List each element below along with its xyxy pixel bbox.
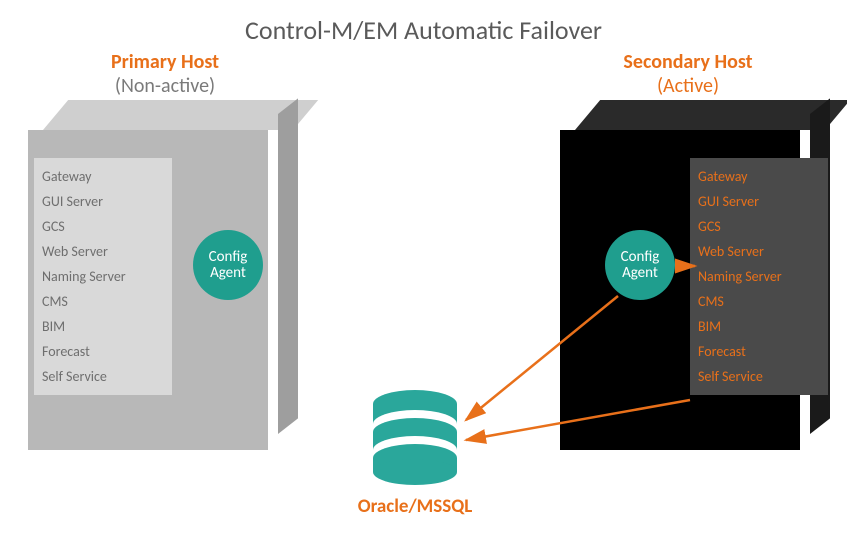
primary-server: Gateway GUI Server GCS Web Server Naming… bbox=[28, 100, 278, 450]
service-item: BIM bbox=[42, 314, 164, 339]
primary-config-agent: Config Agent bbox=[193, 230, 263, 300]
service-item: CMS bbox=[698, 289, 820, 314]
service-item: Web Server bbox=[698, 239, 820, 264]
service-item: GUI Server bbox=[42, 189, 164, 214]
service-item: GCS bbox=[698, 214, 820, 239]
service-item: Naming Server bbox=[698, 264, 820, 289]
service-item: Self Service bbox=[42, 364, 164, 389]
secondary-config-agent: Config Agent bbox=[605, 230, 675, 300]
secondary-services-panel: Gateway GUI Server GCS Web Server Naming… bbox=[690, 158, 828, 395]
service-item: Gateway bbox=[698, 164, 820, 189]
database-label: Oracle/MSSQL bbox=[340, 495, 490, 518]
service-item: BIM bbox=[698, 314, 820, 339]
primary-services-panel: Gateway GUI Server GCS Web Server Naming… bbox=[34, 158, 172, 395]
service-item: GCS bbox=[42, 214, 164, 239]
service-item: Gateway bbox=[42, 164, 164, 189]
service-item: GUI Server bbox=[698, 189, 820, 214]
service-item: Self Service bbox=[698, 364, 820, 389]
service-item: Forecast bbox=[42, 339, 164, 364]
primary-host-label: Primary Host bbox=[80, 50, 250, 74]
service-item: Web Server bbox=[42, 239, 164, 264]
service-item: Naming Server bbox=[42, 264, 164, 289]
diagram-title: Control-M/EM Automatic Failover bbox=[0, 0, 847, 46]
database-icon bbox=[370, 390, 460, 485]
secondary-host-status: (Active) bbox=[593, 74, 783, 98]
secondary-host-label: Secondary Host bbox=[593, 50, 783, 74]
secondary-server: Gateway GUI Server GCS Web Server Naming… bbox=[560, 100, 810, 450]
service-item: CMS bbox=[42, 289, 164, 314]
service-item: Forecast bbox=[698, 339, 820, 364]
primary-host-status: (Non-active) bbox=[80, 74, 250, 98]
